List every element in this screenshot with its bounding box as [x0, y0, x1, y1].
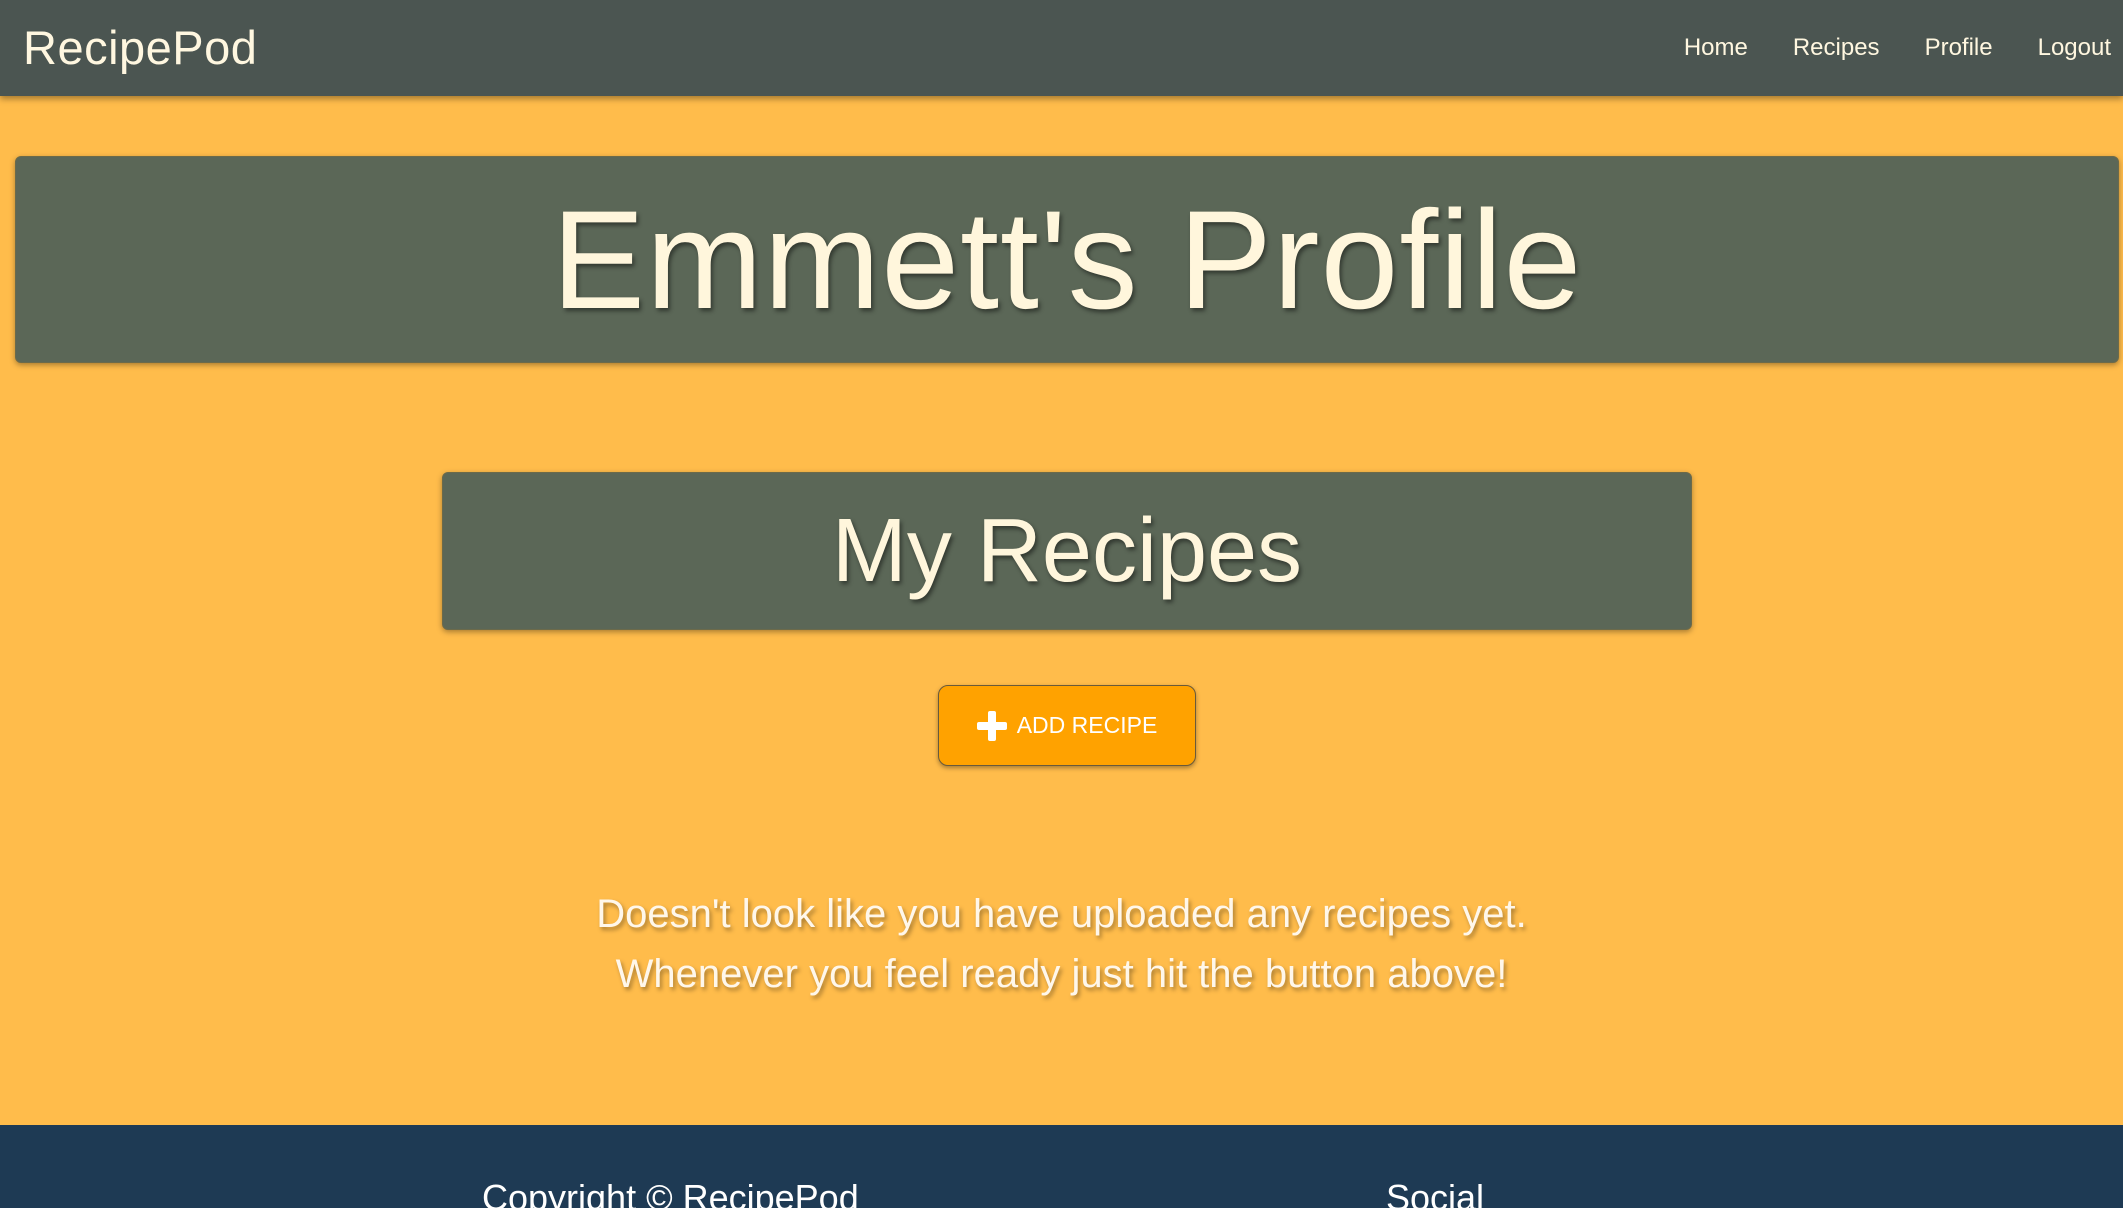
nav-links: Home Recipes Profile Logout [1639, 0, 2111, 96]
top-navbar: RecipePod Home Recipes Profile Logout [0, 0, 2123, 96]
section-heading: My Recipes [831, 500, 1303, 601]
nav-link-recipes[interactable]: Recipes [1793, 34, 1880, 62]
page-title: Emmett's Profile [551, 180, 1583, 338]
nav-link-profile[interactable]: Profile [1925, 34, 1993, 62]
footer-copyright: Copyright © RecipePod [482, 1177, 859, 1208]
nav-link-home[interactable]: Home [1684, 34, 1748, 62]
empty-recipes-message: Doesn't look like you have uploaded any … [0, 884, 2123, 1004]
my-recipes-banner: My Recipes [442, 472, 1692, 630]
plus-icon [976, 710, 1007, 741]
add-recipe-label: ADD RECIPE [1016, 712, 1158, 738]
empty-message-line-2: Whenever you feel ready just hit the but… [615, 952, 1508, 996]
add-recipe-button[interactable]: ADD RECIPE [938, 685, 1196, 766]
page-footer: Copyright © RecipePod Social [0, 1125, 2123, 1208]
nav-link-logout[interactable]: Logout [2038, 34, 2111, 62]
footer-social-heading: Social [1386, 1177, 1485, 1208]
brand-logo-link[interactable]: RecipePod [23, 20, 257, 75]
profile-title-banner: Emmett's Profile [15, 156, 2119, 363]
empty-message-line-1: Doesn't look like you have uploaded any … [596, 892, 1527, 936]
